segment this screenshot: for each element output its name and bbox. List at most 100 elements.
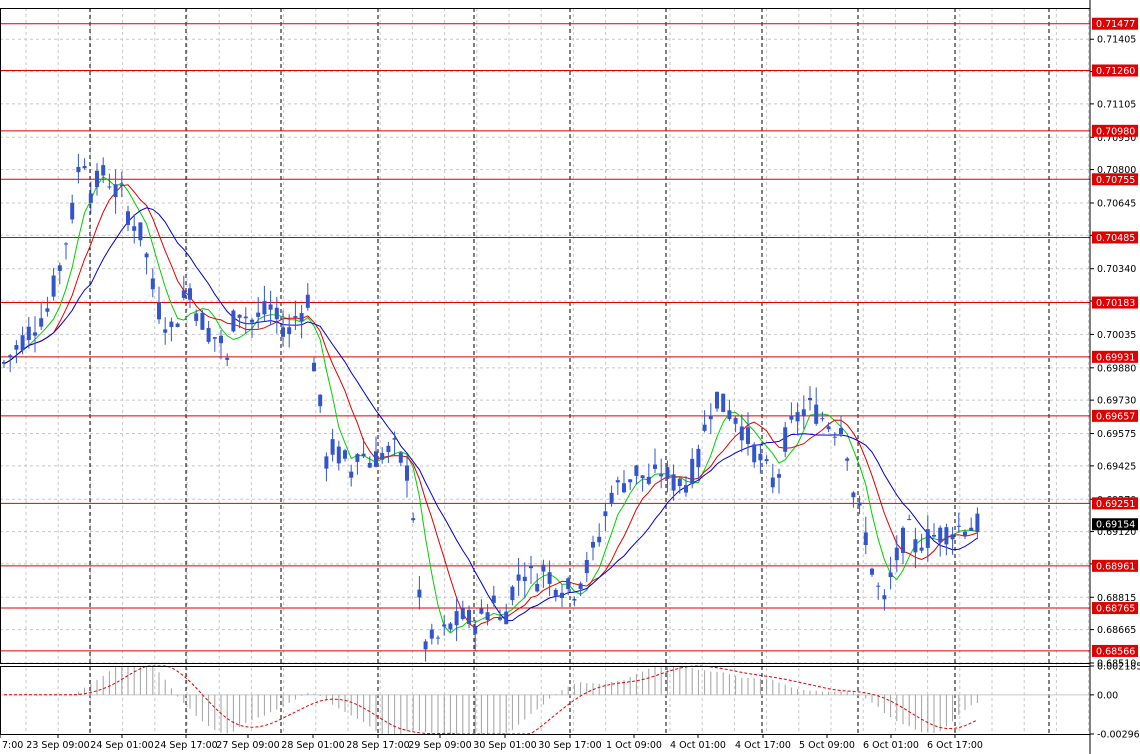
candle-body — [57, 265, 62, 271]
candle-body — [938, 527, 943, 543]
candle-body — [839, 427, 843, 435]
candle-body — [597, 536, 602, 543]
time-axis: 7:00 23 Sep 09:00 24 Sep 01:00 24 Sep 17:00… — [0, 734, 983, 751]
candle-body — [758, 453, 763, 461]
candle-body — [870, 568, 874, 575]
candle-body — [33, 332, 37, 336]
candle-body — [783, 427, 788, 452]
osc-frame — [0, 666, 1091, 735]
level-tag-label: 0.70755 — [1096, 175, 1135, 186]
x-tick-label: 30 Sep 01:00 — [473, 740, 536, 751]
candle-body — [733, 418, 738, 424]
candle-body — [919, 547, 924, 551]
candle-body — [950, 534, 955, 540]
candle-body — [535, 583, 540, 592]
candle-body — [727, 410, 732, 420]
chart-grid — [0, 8, 1090, 734]
candle-body — [324, 456, 329, 469]
candle-body — [622, 483, 626, 493]
y-tick-label: 0.69425 — [1097, 461, 1136, 472]
candle-body — [361, 453, 366, 457]
candle-body — [454, 611, 459, 626]
candle-body — [764, 459, 769, 462]
candle-body — [200, 312, 205, 330]
candle-body — [510, 586, 515, 601]
candle-body — [826, 426, 831, 430]
candle-body — [845, 458, 850, 461]
candle-body — [312, 362, 316, 372]
level-tag-label: 0.69657 — [1096, 411, 1135, 422]
candle-body — [479, 608, 484, 614]
candle-body — [485, 612, 490, 621]
candle-body — [529, 565, 533, 569]
x-tick-label: 1 Oct 09:00 — [606, 740, 662, 751]
candle-body — [739, 426, 744, 441]
candle-body — [584, 560, 589, 574]
candle-body — [392, 438, 397, 440]
x-tick-label: 28 Sep 01:00 — [281, 740, 344, 751]
candle-body — [721, 393, 726, 412]
candle-body — [770, 477, 775, 488]
level-tag-label: 0.69931 — [1096, 352, 1135, 363]
candle-body — [913, 539, 918, 553]
candle-body — [39, 318, 44, 327]
level-tag-label: 0.70980 — [1096, 126, 1135, 137]
candle-body — [76, 166, 81, 173]
candle-body — [126, 211, 130, 225]
candle-body — [219, 335, 223, 344]
x-tick-label: 5 Oct 09:00 — [799, 740, 855, 751]
candle-body — [491, 595, 496, 603]
candle-body — [653, 464, 657, 469]
x-tick-label: 30 Sep 17:00 — [538, 740, 601, 751]
candle-body — [243, 316, 248, 319]
candle-body — [2, 361, 6, 364]
candle-body — [64, 243, 68, 245]
candle-body — [330, 439, 335, 455]
candle-body — [560, 592, 564, 598]
candle-body — [975, 513, 980, 533]
x-tick-label: 6 Oct 17:00 — [927, 740, 983, 751]
y-tick-label: 0.69730 — [1097, 396, 1136, 407]
candle-body — [70, 202, 75, 220]
candle-body — [467, 609, 471, 624]
candle-body — [448, 623, 453, 630]
candle-body — [969, 527, 974, 532]
candle-body — [188, 288, 192, 300]
x-tick-label: 27 Sep 09:00 — [216, 740, 279, 751]
candle-body — [708, 416, 713, 420]
candle-body — [398, 452, 403, 463]
candle-body — [702, 424, 707, 431]
candle-body — [293, 316, 298, 318]
x-tick-label: 24 Sep 17:00 — [154, 740, 217, 751]
candle-body — [212, 337, 217, 339]
level-tag-label: 0.68765 — [1096, 604, 1135, 615]
candle-body — [801, 409, 806, 417]
candle-body — [318, 394, 323, 407]
candle-body — [436, 637, 440, 639]
candle-body — [417, 589, 422, 598]
candle-body — [411, 518, 416, 521]
candle-body — [405, 465, 409, 481]
candle-body — [150, 278, 155, 290]
candle-body — [888, 572, 893, 578]
trading-chart[interactable]: 0.714050.712550.711050.709500.708000.706… — [0, 0, 1140, 754]
candle-body — [925, 529, 930, 548]
candle-body — [820, 418, 825, 420]
candle-body — [690, 458, 695, 485]
candle-body — [132, 226, 137, 231]
candle-body — [206, 327, 211, 342]
candle-body — [516, 574, 521, 581]
y-tick-label: 0.69575 — [1097, 429, 1136, 440]
candle-body — [814, 404, 819, 424]
candle-body — [634, 465, 639, 476]
candle-body — [603, 511, 608, 517]
candle-body — [857, 502, 862, 506]
y-tick-label: 0.69880 — [1097, 363, 1136, 374]
candle-body — [14, 345, 19, 350]
candle-body — [944, 527, 949, 545]
candle-body — [237, 314, 242, 318]
candle-body — [367, 462, 372, 468]
candle-body — [460, 608, 465, 620]
day-separators — [89, 8, 1050, 734]
candle-body — [894, 547, 899, 561]
